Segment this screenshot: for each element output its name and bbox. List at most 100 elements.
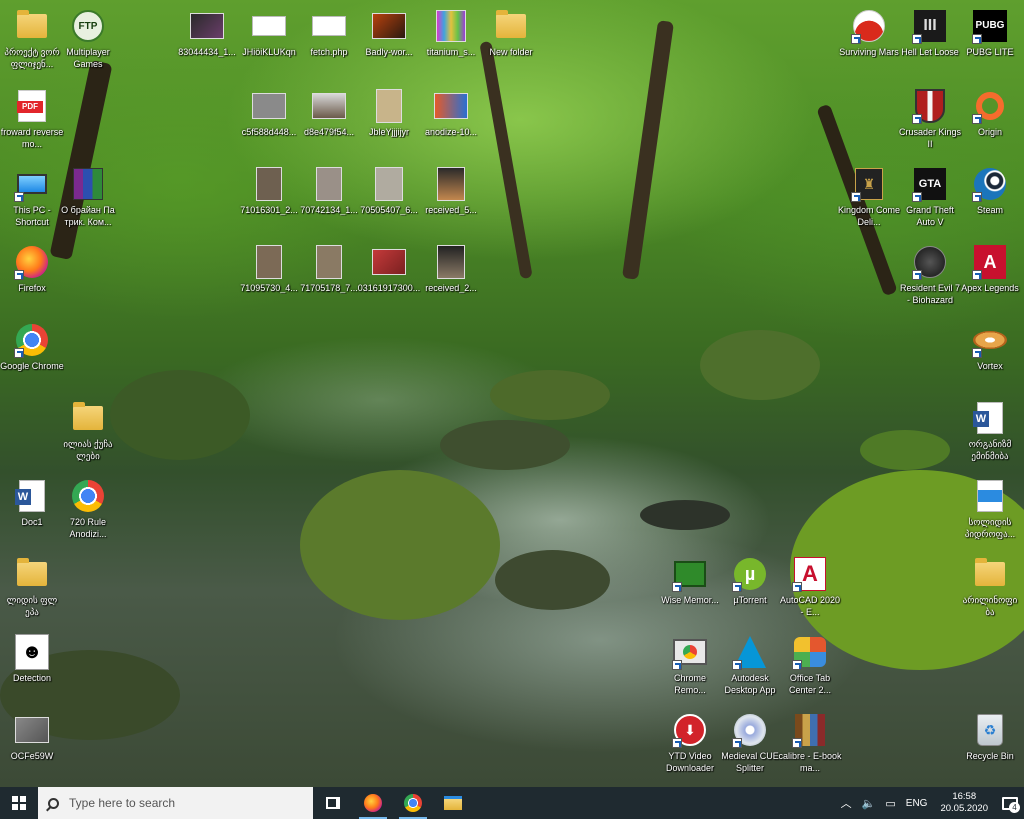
- desktop-icon-720-rule-anodizing[interactable]: 720 Rule Anodizi...: [56, 474, 120, 548]
- taskbar-search-box[interactable]: Type here to search: [38, 787, 313, 819]
- desktop-icon-froward-reverse-pdf[interactable]: PDF froward reverse mo...: [0, 84, 64, 158]
- desktop-icon-autocad[interactable]: A AutoCAD 2020 - E...: [778, 552, 842, 626]
- desktop-icon-detection[interactable]: ☻ Detection: [0, 630, 64, 704]
- taskbar-file-explorer-button[interactable]: [433, 787, 473, 819]
- desktop-icon-doc1[interactable]: W Doc1: [0, 474, 64, 548]
- desktop-icon-grid-1-2[interactable]: d8e479f54...: [297, 84, 361, 158]
- desktop-icon-grid-2-1[interactable]: 71016301_2...: [237, 162, 301, 236]
- shortcut-arrow-icon: [912, 270, 922, 280]
- desktop-icon-resident-evil-7[interactable]: Resident Evil 7 - Biohazard: [898, 240, 962, 314]
- desktop-icon-grid-3-2[interactable]: 71705178_7...: [297, 240, 361, 314]
- desktop-icon-chrome-remote[interactable]: Chrome Remo...: [658, 630, 722, 704]
- desktop-icon-grid-1-4[interactable]: anodize-10...: [419, 84, 483, 158]
- desktop-icon-georgian-folder-1[interactable]: პროექტ ვორ ფლიჯენ...: [0, 4, 64, 78]
- desktop-icon-recycle-bin[interactable]: ♻ Recycle Bin: [958, 708, 1022, 782]
- shortcut-arrow-icon: [792, 738, 802, 748]
- desktop-icon-georgian-folder-4[interactable]: არილინოფი ბა: [958, 552, 1022, 626]
- shortcut-arrow-icon: [672, 582, 682, 592]
- icon-label: d8e479f54...: [303, 127, 355, 137]
- desktop-icon-grid-2-2[interactable]: 70742134_1...: [297, 162, 361, 236]
- desktop-icon-grid-1-3[interactable]: JbleYjjjijyr: [357, 84, 421, 158]
- image-thumbnail-icon: [256, 245, 282, 279]
- desktop-icon-multiplayer-games[interactable]: FTP Multiplayer Games: [56, 4, 120, 78]
- desktop-icon-kingdom-come[interactable]: ♜ Kingdom Come Deli...: [837, 162, 901, 236]
- shortcut-arrow-icon: [792, 660, 802, 670]
- windows-logo-icon: [12, 796, 26, 810]
- desktop-icon-calibre[interactable]: calibre - E-book ma...: [778, 708, 842, 782]
- shortcut-arrow-icon: [912, 114, 922, 124]
- volume-icon[interactable]: 🔈: [857, 797, 881, 810]
- shortcut-arrow-icon: [912, 192, 922, 202]
- language-indicator[interactable]: ENG: [901, 798, 933, 809]
- icon-label: 70742134_1...: [300, 205, 358, 215]
- desktop-icon-ytd-video-downloader[interactable]: ⬇ YTD Video Downloader: [658, 708, 722, 782]
- system-tray: ︿ 🔈 ▭ ENG 16:58 20.05.2020 4: [836, 787, 1024, 819]
- taskbar-firefox-button[interactable]: [353, 787, 393, 819]
- desktop-icon-grid-3-4[interactable]: received_2...: [419, 240, 483, 314]
- start-button[interactable]: [0, 787, 38, 819]
- network-icon[interactable]: ▭: [880, 797, 900, 810]
- desktop-icon-google-chrome[interactable]: Google Chrome: [0, 318, 64, 392]
- word-document-icon: W: [15, 480, 45, 512]
- desktop-icon-pubg-lite[interactable]: PUBG PUBG LITE: [958, 4, 1022, 78]
- desktop-icon-file-top-2[interactable]: JHiöiKLUKqn: [237, 4, 301, 78]
- desktop-icon-origin[interactable]: Origin: [958, 84, 1022, 158]
- desktop-icon-rar-archive[interactable]: О брайан Па трик. Ком...: [56, 162, 120, 236]
- image-thumbnail-icon: [436, 10, 466, 42]
- desktop-icon-grid-2-4[interactable]: received_5...: [419, 162, 483, 236]
- clock[interactable]: 16:58 20.05.2020: [932, 791, 996, 815]
- folder-icon: [73, 402, 103, 430]
- icon-label: Office Tab Center 2...: [788, 673, 832, 695]
- taskbar-chrome-button[interactable]: [393, 787, 433, 819]
- desktop-icon-office-tab-center[interactable]: Office Tab Center 2...: [778, 630, 842, 704]
- desktop-icon-utorrent[interactable]: µ µTorrent: [718, 552, 782, 626]
- desktop-icon-file-top-1[interactable]: 83044434_1...: [175, 4, 239, 78]
- icon-label: Medieval CUE Splitter: [721, 751, 779, 773]
- shortcut-arrow-icon: [972, 114, 982, 124]
- desktop-icon-georgian-word-doc[interactable]: W ორგანიზმ ემინმიბა: [958, 396, 1022, 470]
- desktop-icon-medieval-cue-splitter[interactable]: Medieval CUE Splitter: [718, 708, 782, 782]
- icon-label: 71095730_4...: [240, 283, 298, 293]
- desktop-icon-georgian-folder-2[interactable]: ლიდის ფლ ეპა: [0, 552, 64, 626]
- desktop-icon-georgian-image-doc[interactable]: სოლიდის პიდროფა...: [958, 474, 1022, 548]
- desktop-icon-surviving-mars[interactable]: Surviving Mars: [837, 4, 901, 78]
- shortcut-arrow-icon: [732, 660, 742, 670]
- search-placeholder: Type here to search: [69, 796, 176, 810]
- chevron-up-icon[interactable]: ︿: [836, 795, 857, 811]
- desktop-icon-gta-v[interactable]: GTA Grand Theft Auto V: [898, 162, 962, 236]
- desktop-icon-file-top-4[interactable]: Badly-wor...: [357, 4, 421, 78]
- desktop-icon-autodesk-desktop-app[interactable]: Autodesk Desktop App: [718, 630, 782, 704]
- action-center-button[interactable]: 4: [996, 787, 1024, 819]
- desktop-icon-ocfe59w[interactable]: OCFe59W: [0, 708, 64, 782]
- desktop-icon-vortex[interactable]: Vortex: [958, 318, 1022, 392]
- image-thumbnail-icon: [372, 13, 406, 39]
- desktop-icon-crusader-kings-ii[interactable]: Crusader Kings II: [898, 84, 962, 158]
- task-view-button[interactable]: [313, 787, 353, 819]
- desktop-icon-this-pc[interactable]: This PC - Shortcut: [0, 162, 64, 236]
- desktop-icon-fetch-php[interactable]: fetch.php: [297, 4, 361, 78]
- icon-label: Chrome Remo...: [673, 673, 706, 695]
- desktop-icon-grid-2-3[interactable]: 70505407_6...: [357, 162, 421, 236]
- desktop-icon-steam[interactable]: Steam: [958, 162, 1022, 236]
- desktop-icon-wise-memory[interactable]: Wise Memor...: [658, 552, 722, 626]
- folder-icon: [17, 558, 47, 586]
- desktop-icon-grid-1-1[interactable]: c5f588d448...: [237, 84, 301, 158]
- firefox-icon: [364, 794, 382, 812]
- shortcut-arrow-icon: [972, 348, 982, 358]
- icon-label: Apex Legends: [961, 283, 1019, 293]
- desktop-icon-grid-3-1[interactable]: 71095730_4...: [237, 240, 301, 314]
- image-thumbnail-icon: [437, 167, 465, 201]
- shortcut-arrow-icon: [672, 738, 682, 748]
- desktop-icon-new-folder[interactable]: New folder: [479, 4, 543, 78]
- shortcut-arrow-icon: [672, 660, 682, 670]
- icon-label: 70505407_6...: [360, 205, 418, 215]
- desktop-icon-grid-3-3[interactable]: 03161917300...: [357, 240, 421, 314]
- shortcut-arrow-icon: [14, 270, 24, 280]
- desktop-icon-firefox[interactable]: Firefox: [0, 240, 64, 314]
- image-thumbnail-icon: [372, 249, 406, 275]
- desktop-icon-georgian-folder-3[interactable]: ილიას ქუჩა ლები: [56, 396, 120, 470]
- desktop-icon-file-top-5[interactable]: titanium_s...: [419, 4, 483, 78]
- desktop-icon-apex-legends[interactable]: A Apex Legends: [958, 240, 1022, 314]
- folder-icon: [975, 558, 1005, 586]
- desktop-icon-hell-let-loose[interactable]: III Hell Let Loose: [898, 4, 962, 78]
